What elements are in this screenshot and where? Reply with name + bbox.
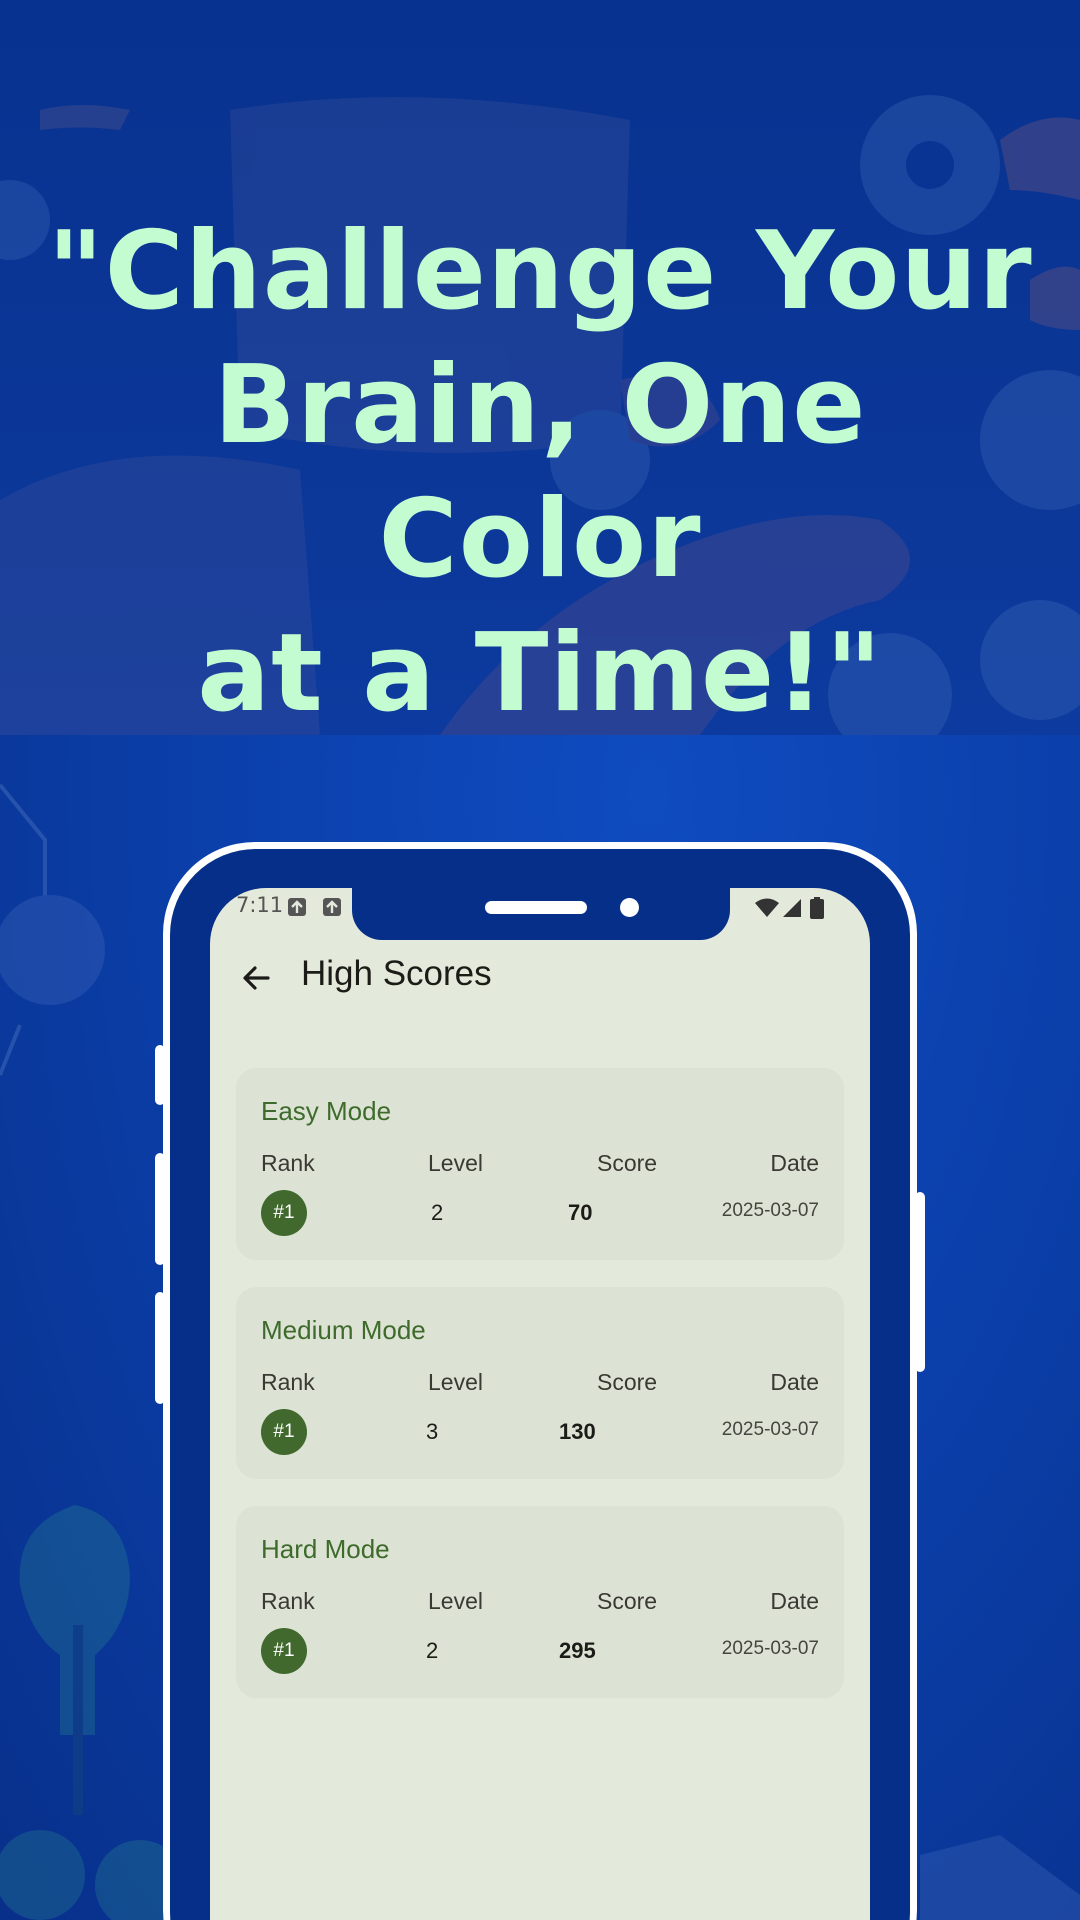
score-card-hard: Hard Mode Rank Level Score Date #1 2 295… (236, 1506, 844, 1698)
column-header-score: Score (597, 1150, 658, 1176)
column-header-level: Level (428, 1150, 483, 1176)
phone-side-button (155, 1045, 165, 1105)
column-header-rank: Rank (261, 1150, 315, 1176)
card-title: Medium Mode (261, 1315, 426, 1345)
score-value: 130 (559, 1419, 596, 1444)
phone-side-button (155, 1153, 165, 1265)
promo-banner: "Challenge Your Brain, One Color at a Ti… (0, 0, 1080, 735)
phone-notch (352, 888, 730, 940)
phone-camera (620, 898, 639, 917)
notification-icon (288, 898, 306, 916)
column-header-score: Score (597, 1588, 658, 1614)
column-header-score: Score (597, 1369, 658, 1395)
column-header-date: Date (770, 1150, 819, 1176)
score-value: 70 (568, 1200, 593, 1225)
score-value: 295 (559, 1638, 596, 1663)
rank-badge: #1 (261, 1409, 307, 1455)
wifi-icon (755, 898, 779, 917)
score-card-easy: Easy Mode Rank Level Score Date #1 2 70 … (236, 1068, 844, 1260)
rank-badge: #1 (261, 1190, 307, 1236)
signal-icon (783, 899, 801, 917)
status-time: 7:11 (236, 893, 284, 917)
headline-line-2: Brain, One Color (213, 343, 867, 602)
column-header-level: Level (428, 1588, 483, 1614)
promo-headline: "Challenge Your Brain, One Color at a Ti… (40, 205, 1040, 735)
column-header-rank: Rank (261, 1369, 315, 1395)
column-header-date: Date (770, 1369, 819, 1395)
date-value: 2025-03-07 (721, 1638, 819, 1659)
date-value: 2025-03-07 (721, 1200, 819, 1221)
score-card-medium: Medium Mode Rank Level Score Date #1 3 1… (236, 1287, 844, 1479)
card-title: Easy Mode (261, 1096, 392, 1126)
arrow-back-icon[interactable] (238, 960, 274, 996)
level-value: 3 (426, 1419, 439, 1444)
phone-side-button (915, 1192, 925, 1372)
phone-side-button (155, 1292, 165, 1404)
level-value: 2 (426, 1638, 439, 1663)
page-title: High Scores (301, 954, 492, 993)
notification-icon (323, 898, 341, 916)
headline-line-1: "Challenge Your (47, 209, 1033, 334)
column-header-level: Level (428, 1369, 483, 1395)
rank-badge: #1 (261, 1628, 307, 1674)
date-value: 2025-03-07 (721, 1419, 819, 1440)
column-header-date: Date (770, 1588, 819, 1614)
level-value: 2 (431, 1200, 444, 1225)
column-header-rank: Rank (261, 1588, 315, 1614)
headline-line-3: at a Time!" (197, 611, 883, 735)
phone-speaker (485, 901, 587, 914)
card-title: Hard Mode (261, 1534, 390, 1564)
battery-icon (810, 897, 824, 919)
